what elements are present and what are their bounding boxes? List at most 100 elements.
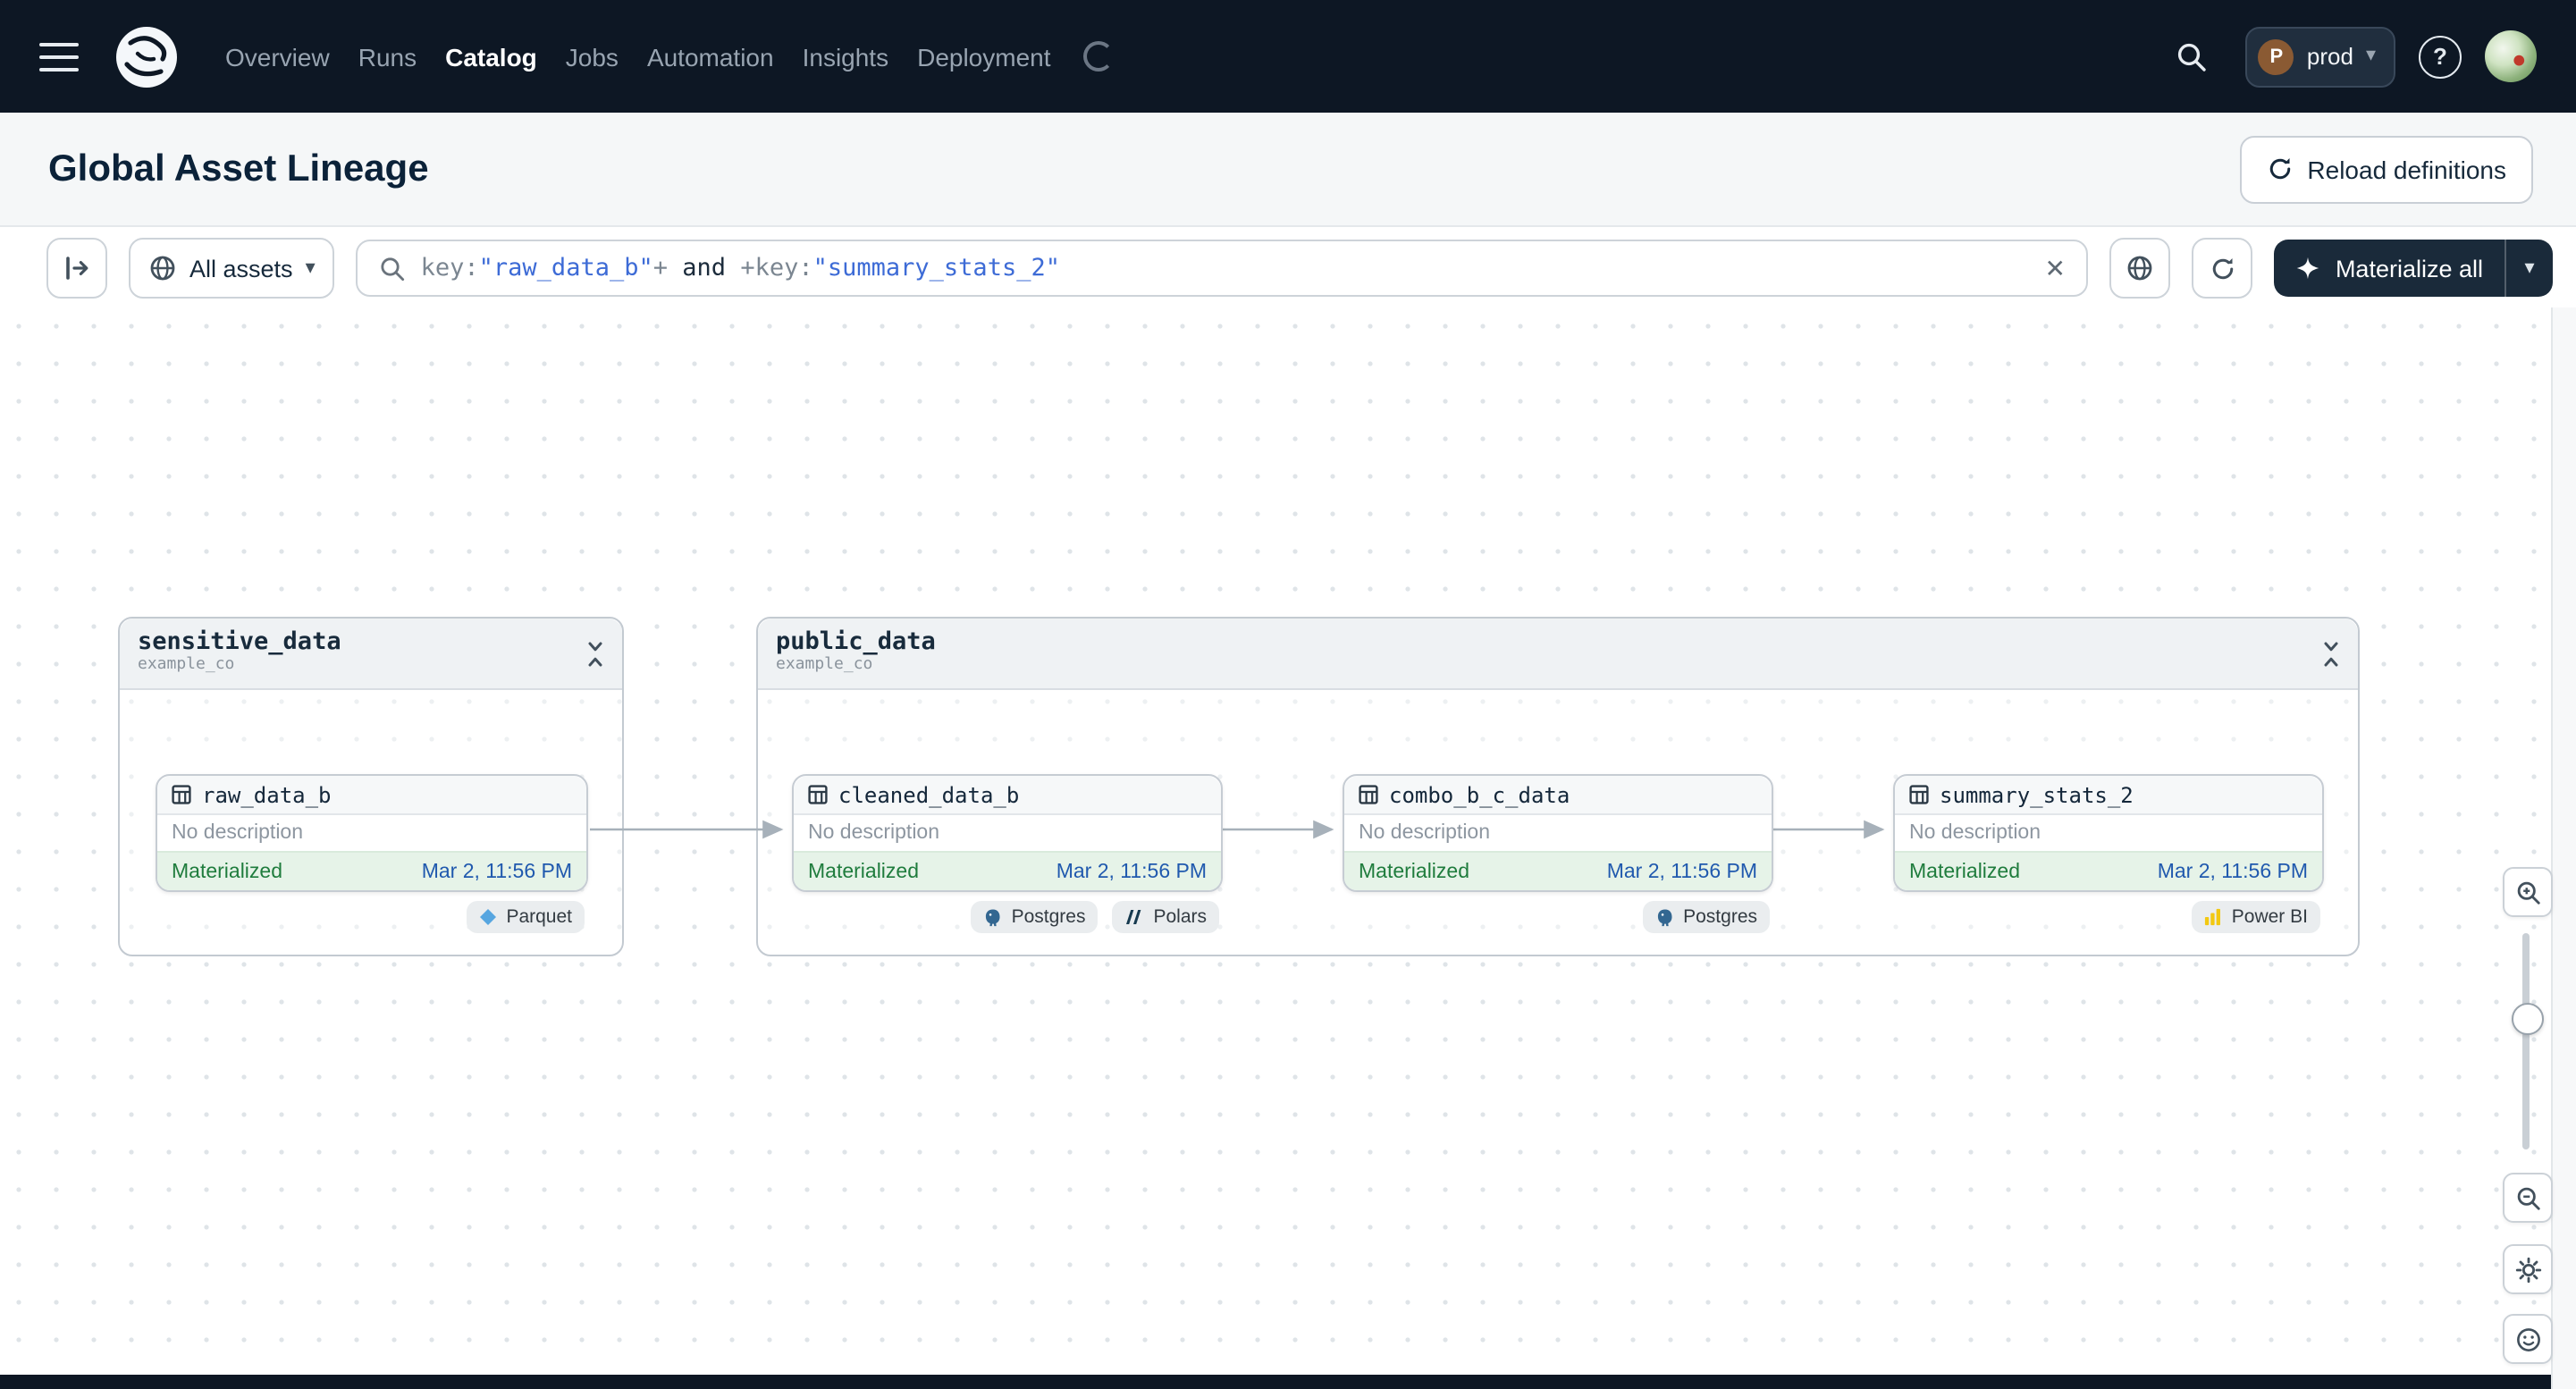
zoom-out-icon — [2516, 1186, 2539, 1209]
group-header: sensitive_data example_co — [120, 619, 622, 690]
status-badge: Materialized — [1359, 861, 1469, 882]
group-title: public_data — [776, 627, 936, 656]
chevron-down-icon: ▾ — [305, 257, 316, 278]
feedback-button[interactable] — [2503, 1314, 2553, 1364]
nav-item-automation[interactable]: Automation — [647, 42, 774, 71]
asset-node-summary-stats-2[interactable]: summary_stats_2 No description Materiali… — [1893, 774, 2324, 892]
asset-name: combo_b_c_data — [1389, 782, 1570, 807]
nav-item-jobs[interactable]: Jobs — [566, 42, 619, 71]
zoom-in-button[interactable] — [2503, 867, 2553, 917]
nav-item-insights[interactable]: Insights — [803, 42, 889, 71]
page-title: Global Asset Lineage — [48, 147, 429, 189]
zoom-slider-knob[interactable] — [2512, 1003, 2544, 1035]
tag-label: Power BI — [2231, 906, 2308, 928]
lineage-toolbar: All assets ▾ key: "raw_data_b" + and + key:… — [0, 229, 2576, 307]
tag-label: Polars — [1153, 906, 1207, 928]
hamburger-menu-icon[interactable] — [39, 42, 79, 71]
materialize-all-label: Materialize all — [2335, 255, 2483, 282]
collapse-icon — [2324, 642, 2338, 667]
zoom-out-button[interactable] — [2503, 1173, 2553, 1223]
group-title: sensitive_data — [138, 627, 341, 656]
deployment-label: prod — [2306, 43, 2353, 70]
materialize-options-button[interactable]: ▾ — [2504, 240, 2553, 297]
tag-label: Postgres — [1683, 906, 1757, 928]
deployment-avatar: P — [2258, 38, 2294, 74]
tag-polars[interactable]: Polars — [1112, 901, 1219, 933]
asset-description: No description — [172, 822, 304, 844]
nav-item-deployment[interactable]: Deployment — [917, 42, 1050, 71]
bottom-panel-edge — [0, 1375, 2551, 1389]
asset-status-row: Materialized Mar 2, 11:56 PM — [157, 851, 586, 890]
vertical-scrollbar[interactable] — [2551, 307, 2576, 1389]
materialize-all-button[interactable]: Materialize all — [2275, 240, 2504, 297]
smiley-icon — [2516, 1327, 2539, 1351]
tag-parquet[interactable]: Parquet — [467, 901, 585, 933]
tag-postgres[interactable]: Postgres — [970, 901, 1099, 933]
asset-node-header: cleaned_data_b — [794, 776, 1221, 815]
group-header: public_data example_co — [758, 619, 2358, 690]
nav-item-overview[interactable]: Overview — [225, 42, 330, 71]
materialization-timestamp-link[interactable]: Mar 2, 11:56 PM — [422, 861, 572, 882]
powerbi-icon — [2205, 908, 2221, 926]
group-subtitle: example_co — [138, 656, 235, 674]
lineage-canvas[interactable]: sensitive_data example_co public_data ex… — [0, 307, 2576, 1389]
asset-scope-dropdown[interactable]: All assets ▾ — [129, 238, 335, 299]
reload-definitions-button[interactable]: Reload definitions — [2239, 135, 2533, 203]
asset-scope-label: All assets — [189, 255, 293, 282]
tag-postgres[interactable]: Postgres — [1642, 901, 1770, 933]
help-button[interactable]: ? — [2419, 35, 2462, 78]
tag-label: Postgres — [1011, 906, 1086, 928]
table-icon — [1359, 785, 1378, 804]
asset-node-cleaned-data-b[interactable]: cleaned_data_b No description Materializ… — [792, 774, 1223, 892]
user-avatar[interactable] — [2485, 30, 2537, 82]
tag-power-bi[interactable]: Power BI — [2192, 901, 2320, 933]
status-badge: Materialized — [1909, 861, 2020, 882]
clear-search-icon[interactable]: ✕ — [2044, 256, 2065, 281]
nav-item-catalog[interactable]: Catalog — [445, 42, 537, 71]
lineage-search-input[interactable]: key: "raw_data_b" + and + key: "summary_stat… — [356, 240, 2089, 297]
graph-view-globe-button[interactable] — [2109, 238, 2171, 299]
group-subtitle: example_co — [776, 656, 873, 674]
materialization-timestamp-link[interactable]: Mar 2, 11:56 PM — [2158, 861, 2308, 882]
graph-settings-button[interactable] — [2503, 1244, 2553, 1294]
materialization-timestamp-link[interactable]: Mar 2, 11:56 PM — [1607, 861, 1757, 882]
table-icon — [808, 785, 828, 804]
sparkle-icon — [2297, 257, 2320, 280]
nav-item-runs[interactable]: Runs — [358, 42, 417, 71]
asset-status-row: Materialized Mar 2, 11:56 PM — [1344, 851, 1772, 890]
collapse-group-button[interactable] — [2319, 640, 2344, 669]
globe-icon — [2128, 256, 2153, 281]
deployment-switcher[interactable]: P prod ▾ — [2245, 26, 2395, 87]
gear-icon — [2514, 1256, 2541, 1283]
asset-tags-summary-stats-2: Power BI — [1893, 901, 2320, 933]
question-icon: ? — [2433, 43, 2447, 70]
panel-toggle-button[interactable] — [46, 238, 107, 299]
collapse-group-button[interactable] — [583, 640, 608, 669]
collapse-icon — [588, 642, 602, 667]
materialization-timestamp-link[interactable]: Mar 2, 11:56 PM — [1056, 861, 1207, 882]
asset-description: No description — [808, 822, 940, 844]
search-icon — [2178, 42, 2207, 71]
asset-node-combo-b-c-data[interactable]: combo_b_c_data No description Materializ… — [1343, 774, 1773, 892]
asset-node-header: summary_stats_2 — [1895, 776, 2322, 815]
postgres-icon — [1657, 908, 1671, 926]
refresh-icon — [2212, 257, 2234, 279]
materialize-all-split-button: Materialize all ▾ — [2274, 240, 2553, 297]
asset-description: No description — [1359, 822, 1491, 844]
asset-tags-cleaned-data-b: Postgres Polars — [792, 901, 1219, 933]
refresh-button[interactable] — [2192, 238, 2253, 299]
panel-toggle-icon — [66, 257, 88, 280]
top-nav: Overview Runs Catalog Jobs Automation In… — [0, 0, 2576, 113]
zoom-slider[interactable] — [2522, 933, 2530, 1149]
asset-node-raw-data-b[interactable]: raw_data_b No description Materialized M… — [156, 774, 588, 892]
status-badge: Materialized — [808, 861, 919, 882]
status-badge: Materialized — [172, 861, 282, 882]
dagster-app: Overview Runs Catalog Jobs Automation In… — [0, 0, 2576, 1389]
asset-name: raw_data_b — [202, 782, 332, 807]
nav-links: Overview Runs Catalog Jobs Automation In… — [225, 41, 1114, 72]
search-icon — [382, 257, 405, 281]
asset-tags-combo-b-c-data: Postgres — [1343, 901, 1770, 933]
nav-right: P prod ▾ ? — [2162, 26, 2537, 87]
search-button[interactable] — [2162, 26, 2223, 87]
asset-status-row: Materialized Mar 2, 11:56 PM — [1895, 851, 2322, 890]
